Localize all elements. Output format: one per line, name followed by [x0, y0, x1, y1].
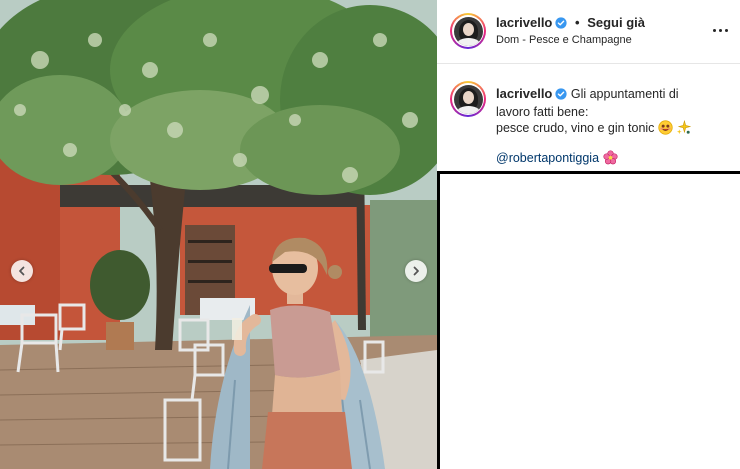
- separator-dot: •: [575, 15, 580, 30]
- hibiscus-flower-icon: [603, 150, 618, 168]
- chevron-left-icon: [19, 266, 25, 276]
- location-link[interactable]: Dom - Pesce e Champagne: [496, 34, 632, 46]
- caption-line-2: lavoro fatti bene:: [496, 105, 589, 119]
- smiling-face-icon: [658, 120, 673, 139]
- header-user-line: lacrivello • Segui già: [496, 15, 645, 32]
- verified-badge-icon: [555, 88, 567, 104]
- caption-avatar[interactable]: [450, 81, 486, 117]
- more-options-icon[interactable]: [710, 20, 730, 40]
- next-photo-button[interactable]: [405, 260, 427, 282]
- mention-link[interactable]: @robertapontiggia: [496, 151, 599, 165]
- post-caption: lacrivello Gli appuntamenti di lavoro fa…: [437, 64, 740, 171]
- caption-username-link[interactable]: lacrivello: [496, 86, 552, 101]
- chevron-right-icon: [413, 266, 419, 276]
- username-link[interactable]: lacrivello: [496, 15, 552, 30]
- comments-area-blank: [437, 171, 740, 469]
- caption-line-1: Gli appuntamenti di: [570, 87, 679, 101]
- verified-badge-icon: [555, 17, 567, 32]
- profile-picture: [453, 84, 483, 114]
- post-header: lacrivello • Segui già Dom - Pesce e Cha…: [437, 0, 740, 64]
- following-button[interactable]: Segui già: [587, 15, 645, 30]
- photo-illustration: [0, 0, 437, 469]
- previous-photo-button[interactable]: [11, 260, 33, 282]
- caption-line-3: pesce crudo, vino e gin tonic: [496, 121, 655, 135]
- caption-text: lacrivello Gli appuntamenti di lavoro fa…: [496, 86, 732, 139]
- profile-picture: [453, 16, 483, 46]
- sparkles-icon: [676, 119, 692, 139]
- post-photo: [0, 0, 437, 469]
- mention-block: @robertapontiggia: [496, 150, 618, 168]
- avatar[interactable]: [450, 13, 486, 49]
- post-sidebar: lacrivello • Segui già Dom - Pesce e Cha…: [437, 0, 740, 469]
